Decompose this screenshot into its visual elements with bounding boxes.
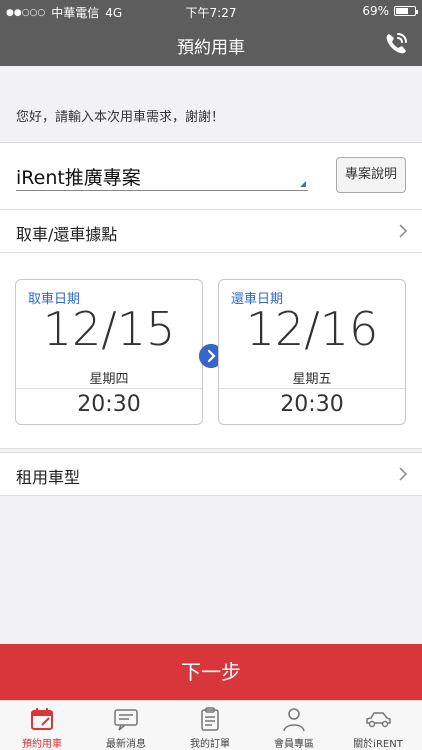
pickup-date-value: 12/15 xyxy=(42,302,176,356)
tab-about[interactable]: 關於iRENT xyxy=(336,701,420,750)
location-row[interactable]: 取車/還車據點 xyxy=(0,209,422,253)
project-section: iRent推廣專案 專案說明 xyxy=(0,142,422,210)
car-type-label: 租用車型 xyxy=(16,468,81,487)
project-select[interactable]: iRent推廣專案 xyxy=(16,161,308,191)
return-weekday: 星期五 xyxy=(292,372,332,387)
clipboard-icon xyxy=(201,707,219,731)
project-info-button[interactable]: 專案說明 xyxy=(336,157,406,193)
tab-orders[interactable]: 我的訂單 xyxy=(168,701,252,750)
battery-icon xyxy=(394,6,418,16)
tab-label: 預約用車 xyxy=(22,739,62,750)
tab-member[interactable]: 會員專區 xyxy=(252,701,336,750)
location-label: 取車/還車據點 xyxy=(16,225,118,244)
card-divider xyxy=(16,388,202,389)
return-date-value: 12/16 xyxy=(245,302,379,356)
nav-bar: 預約用車 xyxy=(0,22,422,66)
phone-icon[interactable] xyxy=(382,30,410,58)
tab-news[interactable]: 最新消息 xyxy=(84,701,168,750)
tab-label: 關於iRENT xyxy=(353,739,403,750)
chevron-right-icon xyxy=(399,224,408,238)
status-right: 69% xyxy=(362,4,418,18)
tab-label: 最新消息 xyxy=(106,739,146,750)
pickup-date-card[interactable]: 取車日期 12/15 星期四 20:30 xyxy=(15,279,203,425)
card-divider xyxy=(219,388,405,389)
status-bar: ●●○○○ 中華電信 4G 下午7:27 69% xyxy=(0,0,422,22)
page-title: 預約用車 xyxy=(177,38,245,58)
date-section: 取車日期 12/15 星期四 20:30 還車日期 12/16 星期五 20:3… xyxy=(0,253,422,449)
pickup-weekday: 星期四 xyxy=(89,372,129,387)
calendar-icon xyxy=(31,708,53,730)
tab-label: 會員專區 xyxy=(274,739,314,750)
car-type-row[interactable]: 租用車型 xyxy=(0,452,422,496)
greeting-text: 您好，請輸入本次用車需求，謝謝！ xyxy=(16,110,225,125)
project-select-value: iRent推廣專案 xyxy=(16,167,141,189)
pickup-time[interactable]: 20:30 xyxy=(16,392,202,417)
battery-fill xyxy=(396,8,409,14)
chevron-right-icon xyxy=(399,467,408,481)
return-date-card[interactable]: 還車日期 12/16 星期五 20:30 xyxy=(218,279,406,425)
person-icon xyxy=(283,708,305,732)
next-step-button[interactable]: 下一步 xyxy=(0,644,422,700)
tab-label: 我的訂單 xyxy=(190,739,230,750)
battery-percent: 69% xyxy=(362,4,389,18)
car-icon xyxy=(366,712,391,728)
tab-reserve[interactable]: 預約用車 xyxy=(0,701,84,750)
message-icon xyxy=(114,709,138,731)
dropdown-arrow-icon xyxy=(300,181,306,187)
return-time[interactable]: 20:30 xyxy=(219,392,405,417)
status-time: 下午7:27 xyxy=(185,6,237,20)
tab-bar: 預約用車 最新消息 我的訂單 會員專區 關於iRENT xyxy=(0,700,422,750)
